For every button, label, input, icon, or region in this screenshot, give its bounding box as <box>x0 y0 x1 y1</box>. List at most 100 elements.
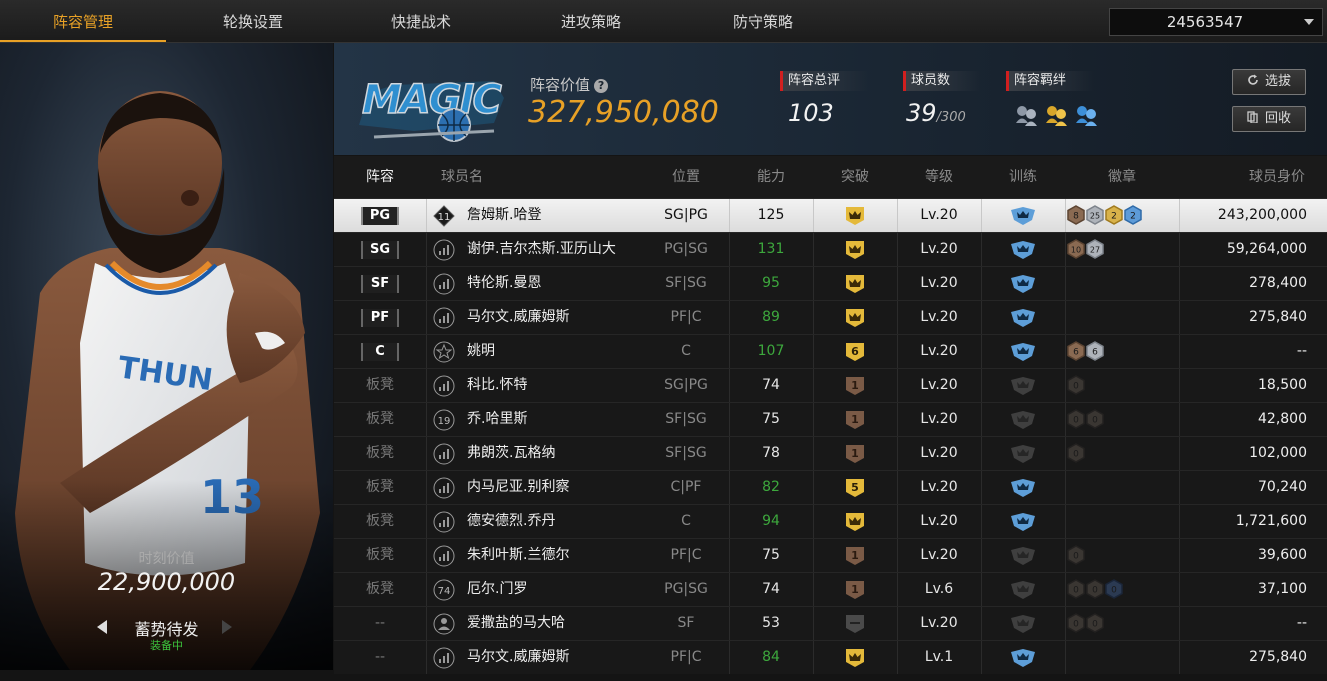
training-icon <box>1011 411 1035 429</box>
draft-button[interactable]: 选拔 <box>1232 69 1306 95</box>
column-divider <box>426 335 427 368</box>
player-name[interactable]: 弗朗茨.瓦格纳 <box>467 437 555 470</box>
col-player-value[interactable]: 球员身价 <box>1179 156 1305 198</box>
bond-silver-icon[interactable] <box>1016 106 1037 126</box>
badge-icon[interactable]: 0 <box>1067 613 1085 633</box>
lineup-slot: SF <box>334 267 426 300</box>
training[interactable] <box>981 573 1065 606</box>
badge-icon[interactable]: 0 <box>1067 409 1085 429</box>
player-name[interactable]: 姚明 <box>467 335 495 368</box>
column-divider <box>426 437 427 470</box>
badge-icon[interactable]: 0 <box>1086 579 1104 599</box>
table-row[interactable]: -- 马尔文.威廉姆斯 PF|C 84 Lv.1 275,840 <box>334 640 1327 674</box>
badge-icon[interactable]: 0 <box>1067 579 1085 599</box>
player-name[interactable]: 马尔文.威廉姆斯 <box>467 301 569 334</box>
badge-icon[interactable]: 6 <box>1086 341 1104 361</box>
col-player-name[interactable]: 球员名 <box>437 156 487 198</box>
training[interactable] <box>981 607 1065 640</box>
table-row[interactable]: 板凳 74 厄尔.门罗 PG|SG 74 1 Lv.6 0 0 0 37,100 <box>334 572 1327 606</box>
training[interactable] <box>981 505 1065 538</box>
bond-gold-icon[interactable] <box>1046 106 1067 126</box>
badge-icon[interactable]: 10 <box>1067 239 1085 259</box>
player-name[interactable]: 科比.怀特 <box>467 369 527 402</box>
training[interactable] <box>981 233 1065 266</box>
badge-icon[interactable]: 25 <box>1086 205 1104 225</box>
table-row[interactable]: C 姚明 C 107 6 Lv.20 6 6 -- <box>334 334 1327 368</box>
table-row[interactable]: PG 11 詹姆斯.哈登 SG|PG 125 Lv.20 8 25 2 2 243,200,000 <box>334 198 1327 232</box>
table-row[interactable]: SG 谢伊.吉尔杰斯.亚历山大 PG|SG 131 Lv.20 10 27 59,264,00… <box>334 232 1327 266</box>
badge-icon[interactable]: 2 <box>1105 205 1123 225</box>
player-name[interactable]: 朱利叶斯.兰德尔 <box>467 539 569 572</box>
column-divider <box>1065 641 1066 674</box>
help-icon[interactable]: ? <box>594 79 609 93</box>
col-training[interactable]: 训练 <box>981 156 1065 198</box>
badge-icon[interactable]: 0 <box>1086 613 1104 633</box>
training[interactable] <box>981 335 1065 368</box>
column-divider <box>1065 403 1066 436</box>
next-arrow-icon[interactable] <box>222 620 232 634</box>
col-level[interactable]: 等级 <box>897 156 981 198</box>
badge-icon[interactable]: 2 <box>1124 205 1142 225</box>
player-name[interactable]: 谢伊.吉尔杰斯.亚历山大 <box>467 233 616 266</box>
bond-blue-icon[interactable] <box>1076 106 1097 126</box>
player-ability: 89 <box>762 309 780 325</box>
player-name[interactable]: 特伦斯.曼恩 <box>467 267 541 300</box>
badge-icon[interactable]: 0 <box>1067 545 1085 565</box>
rank-bars-icon <box>433 647 455 669</box>
table-row[interactable]: SF 特伦斯.曼恩 SF|SG 95 Lv.20 278,400 <box>334 266 1327 300</box>
badge-icon[interactable]: 6 <box>1067 341 1085 361</box>
training[interactable] <box>981 301 1065 334</box>
training[interactable] <box>981 369 1065 402</box>
col-ability[interactable]: 能力 <box>729 156 813 198</box>
player-name[interactable]: 德安德烈.乔丹 <box>467 505 555 538</box>
player-name[interactable]: 爱撒盐的马大哈 <box>467 607 565 640</box>
badge-icon[interactable]: 27 <box>1086 239 1104 259</box>
table-row[interactable]: 板凳 德安德烈.乔丹 C 94 Lv.20 1,721,600 <box>334 504 1327 538</box>
player-value: 18,500 <box>1258 377 1307 393</box>
table-row[interactable]: 板凳 科比.怀特 SG|PG 74 1 Lv.20 0 18,500 <box>334 368 1327 402</box>
table-row[interactable]: PF 马尔文.威廉姆斯 PF|C 89 Lv.20 275,840 <box>334 300 1327 334</box>
column-divider <box>1065 607 1066 640</box>
column-divider <box>1179 573 1180 606</box>
training[interactable] <box>981 471 1065 504</box>
player-name[interactable]: 厄尔.门罗 <box>467 573 527 606</box>
training[interactable] <box>981 539 1065 572</box>
breakthrough: 1 <box>813 403 897 436</box>
table-row[interactable]: -- 爱撒盐的马大哈 SF 53 Lv.20 0 0 -- <box>334 606 1327 640</box>
training[interactable] <box>981 199 1065 232</box>
player-name[interactable]: 内马尼亚.别利察 <box>467 471 569 504</box>
col-position[interactable]: 位置 <box>644 156 728 198</box>
column-divider <box>1179 437 1180 470</box>
table-row[interactable]: 板凳 弗朗茨.瓦格纳 SF|SG 78 1 Lv.20 0 102,000 <box>334 436 1327 470</box>
badge-icon[interactable]: 0 <box>1086 409 1104 429</box>
table-row[interactable]: 板凳 内马尼亚.别利察 C|PF 82 5 Lv.20 70,240 <box>334 470 1327 504</box>
breakthrough <box>813 199 897 232</box>
tab-lineup[interactable]: 阵容管理 <box>0 0 166 42</box>
training[interactable] <box>981 403 1065 436</box>
player-name[interactable]: 詹姆斯.哈登 <box>467 199 541 232</box>
tab-rotation[interactable]: 轮换设置 <box>170 0 336 42</box>
col-breakthrough[interactable]: 突破 <box>813 156 897 198</box>
tab-quick-tactics[interactable]: 快捷战术 <box>338 0 504 42</box>
recycle-button[interactable]: 回收 <box>1232 106 1306 132</box>
breakthrough <box>813 607 897 640</box>
table-row[interactable]: 板凳 朱利叶斯.兰德尔 PF|C 75 1 Lv.20 0 39,600 <box>334 538 1327 572</box>
account-dropdown[interactable]: 24563547 <box>1109 8 1323 36</box>
lineup-slot: 板凳 <box>366 581 394 597</box>
badge-icon[interactable]: 0 <box>1067 443 1085 463</box>
player-name[interactable]: 马尔文.威廉姆斯 <box>467 641 569 674</box>
training[interactable] <box>981 267 1065 300</box>
col-badges[interactable]: 徽章 <box>1065 156 1179 198</box>
badge-icon[interactable]: 0 <box>1067 375 1085 395</box>
table-row[interactable]: 板凳 19 乔.哈里斯 SF|SG 75 1 Lv.20 0 0 42,800 <box>334 402 1327 436</box>
training[interactable] <box>981 437 1065 470</box>
tab-offense[interactable]: 进攻策略 <box>508 0 674 42</box>
training[interactable] <box>981 641 1065 674</box>
recycle-button-label: 回收 <box>1264 111 1291 126</box>
badge-icon[interactable]: 8 <box>1067 205 1085 225</box>
tab-defense[interactable]: 防守策略 <box>680 0 846 42</box>
col-lineup[interactable]: 阵容 <box>334 156 426 198</box>
jersey-number-icon: 19 <box>433 409 455 431</box>
player-name[interactable]: 乔.哈里斯 <box>467 403 527 436</box>
badge-icon[interactable]: 0 <box>1105 579 1123 599</box>
